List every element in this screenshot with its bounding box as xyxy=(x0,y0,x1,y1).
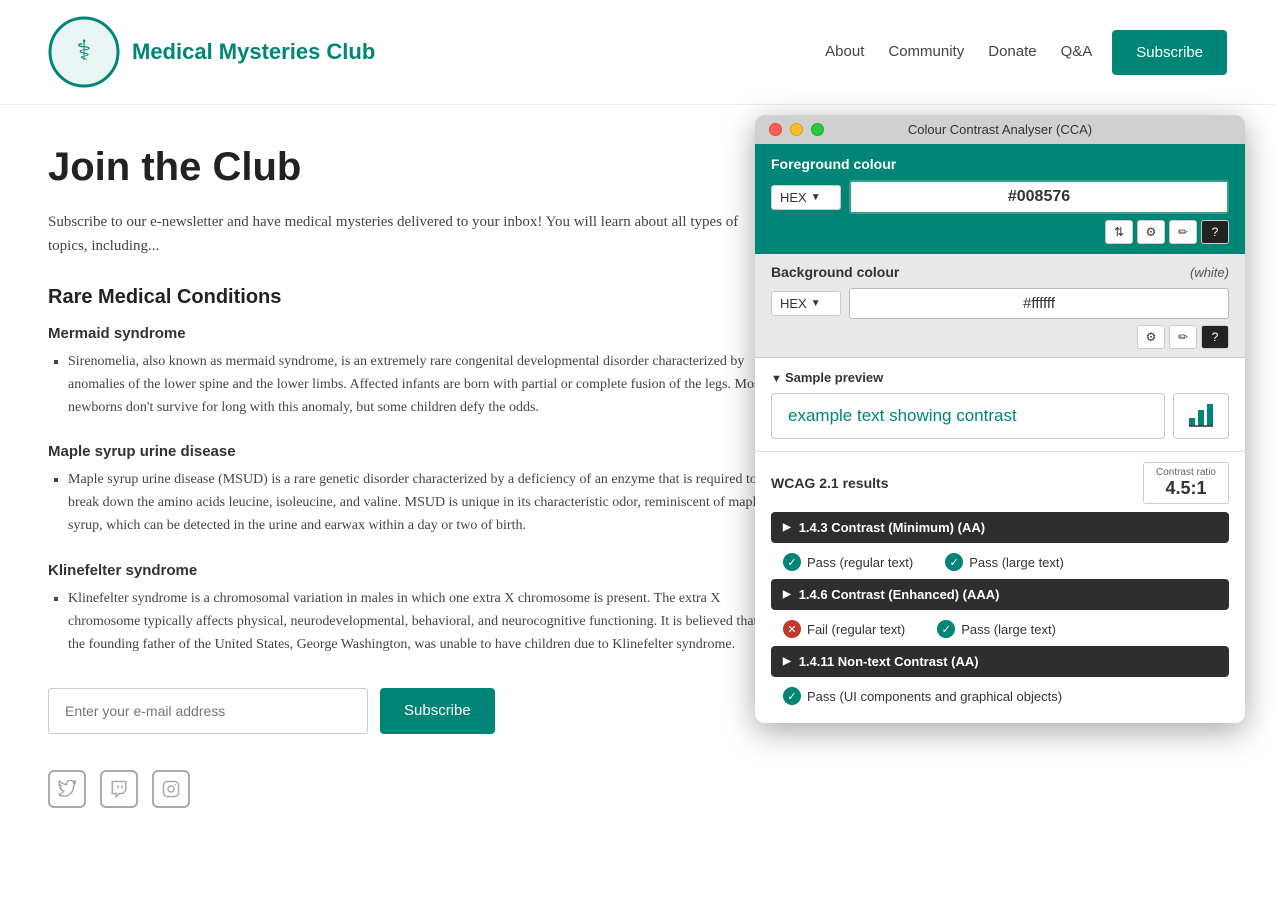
cca-bg-settings-icon[interactable]: ⚙ xyxy=(1137,325,1165,349)
cca-fg-format-dropdown[interactable]: HEX ▼ xyxy=(771,185,841,210)
cca-help-icon[interactable]: ? xyxy=(1201,220,1229,244)
cca-title: Colour Contrast Analyser (CCA) xyxy=(908,122,1092,137)
cca-143-pass-fail: ✓ Pass (regular text) ✓ Pass (large text… xyxy=(771,547,1229,579)
cca-143-pass-regular: ✓ Pass (regular text) xyxy=(783,553,913,571)
cca-146-pass-fail: ✕ Fail (regular text) ✓ Pass (large text… xyxy=(771,614,1229,646)
cca-1411-pass-ui-label: Pass (UI components and graphical object… xyxy=(807,689,1062,704)
minimize-button[interactable] xyxy=(790,123,803,136)
cca-bg-white-label: (white) xyxy=(1190,265,1229,280)
cca-wcag-header: WCAG 2.1 results Contrast ratio 4.5:1 xyxy=(771,462,1229,504)
email-form: Subscribe xyxy=(48,688,778,734)
cca-1411-pass-fail: ✓ Pass (UI components and graphical obje… xyxy=(771,681,1229,713)
social-icons xyxy=(48,770,778,808)
navbar: ⚕ Medical Mysteries Club About Community… xyxy=(0,0,1275,105)
cca-fg-hex-input[interactable] xyxy=(849,180,1229,214)
page-title: Join the Club xyxy=(48,145,778,190)
cca-preview-section: Sample preview example text showing cont… xyxy=(755,358,1245,452)
cca-bg-color-row: HEX ▼ xyxy=(771,288,1229,319)
cca-contrast-box: Contrast ratio 4.5:1 xyxy=(1143,462,1229,504)
cca-143-pass-regular-label: Pass (regular text) xyxy=(807,555,913,570)
cca-result-146[interactable]: 1.4.6 Contrast (Enhanced) (AAA) xyxy=(771,579,1229,610)
cca-contrast-label: Contrast ratio xyxy=(1156,467,1216,478)
condition-maple: Maple syrup urine disease Maple syrup ur… xyxy=(48,443,778,537)
chart-bar-icon xyxy=(1185,400,1217,432)
logo-area: ⚕ Medical Mysteries Club xyxy=(48,16,375,88)
pass-ui-icon: ✓ xyxy=(783,687,801,705)
pass-large-146-icon: ✓ xyxy=(937,620,955,638)
logo-icon: ⚕ xyxy=(48,16,120,88)
cca-eyedropper-icon[interactable]: ✏ xyxy=(1169,220,1197,244)
main-layout: Join the Club Subscribe to our e-newslet… xyxy=(0,105,1275,848)
condition-title-mermaid: Mermaid syndrome xyxy=(48,325,778,342)
nav-links: About Community Donate Q&A xyxy=(825,43,1092,61)
pass-large-icon: ✓ xyxy=(945,553,963,571)
close-button[interactable] xyxy=(769,123,782,136)
cca-wcag-section: WCAG 2.1 results Contrast ratio 4.5:1 1.… xyxy=(755,452,1245,723)
cca-bg-label-row: Background colour (white) xyxy=(771,264,1229,280)
condition-desc-mermaid: Sirenomelia, also known as mermaid syndr… xyxy=(68,350,778,419)
cca-143-pass-large: ✓ Pass (large text) xyxy=(945,553,1064,571)
nav-qa[interactable]: Q&A xyxy=(1061,43,1093,60)
brand-name: Medical Mysteries Club xyxy=(132,39,375,65)
cca-fg-color-row: HEX ▼ xyxy=(771,180,1229,214)
cca-bg-help-icon[interactable]: ? xyxy=(1201,325,1229,349)
cca-titlebar: Colour Contrast Analyser (CCA) xyxy=(755,115,1245,144)
cca-143-pass-large-label: Pass (large text) xyxy=(969,555,1064,570)
cca-146-fail-regular: ✕ Fail (regular text) xyxy=(783,620,905,638)
cca-settings-icon[interactable]: ⚙ xyxy=(1137,220,1165,244)
cca-146-pass-large-label: Pass (large text) xyxy=(961,622,1056,637)
cca-146-pass-large: ✓ Pass (large text) xyxy=(937,620,1056,638)
cca-preview-row: example text showing contrast xyxy=(771,393,1229,439)
cca-background-section: Background colour (white) HEX ▼ ⚙ ✏ ? xyxy=(755,254,1245,358)
cca-wcag-title: WCAG 2.1 results xyxy=(771,475,888,491)
email-subscribe-button[interactable]: Subscribe xyxy=(380,688,495,734)
condition-title-maple: Maple syrup urine disease xyxy=(48,443,778,460)
nav-subscribe-button[interactable]: Subscribe xyxy=(1112,30,1227,75)
chevron-down-icon: ▼ xyxy=(811,298,821,309)
cca-preview-text: example text showing contrast xyxy=(771,393,1165,439)
instagram-icon[interactable] xyxy=(152,770,190,808)
intro-text: Subscribe to our e-newsletter and have m… xyxy=(48,210,778,258)
nav-donate[interactable]: Donate xyxy=(988,43,1036,60)
section-heading: Rare Medical Conditions xyxy=(48,286,778,309)
cca-146-fail-regular-label: Fail (regular text) xyxy=(807,622,905,637)
email-input[interactable] xyxy=(48,688,368,734)
cca-swap-icon[interactable]: ⇅ xyxy=(1105,220,1133,244)
cca-fg-icons-row: ⇅ ⚙ ✏ ? xyxy=(771,220,1229,244)
cca-window: Colour Contrast Analyser (CCA) Foregroun… xyxy=(755,115,1245,723)
condition-desc-maple: Maple syrup urine disease (MSUD) is a ra… xyxy=(68,468,778,537)
cca-1411-pass-ui: ✓ Pass (UI components and graphical obje… xyxy=(783,687,1062,705)
cca-result-1411[interactable]: 1.4.11 Non-text Contrast (AA) xyxy=(771,646,1229,677)
cca-bg-hex-input[interactable] xyxy=(849,288,1229,319)
condition-mermaid: Mermaid syndrome Sirenomelia, also known… xyxy=(48,325,778,419)
condition-klinefelter: Klinefelter syndrome Klinefelter syndrom… xyxy=(48,562,778,656)
cca-chart-icon-button[interactable] xyxy=(1173,393,1229,439)
svg-text:⚕: ⚕ xyxy=(76,36,91,67)
pass-regular-icon: ✓ xyxy=(783,553,801,571)
condition-title-klinefelter: Klinefelter syndrome xyxy=(48,562,778,579)
cca-body: Foreground colour HEX ▼ ⇅ ⚙ ✏ ? xyxy=(755,144,1245,723)
cca-bg-eyedropper-icon[interactable]: ✏ xyxy=(1169,325,1197,349)
twitch-icon[interactable] xyxy=(100,770,138,808)
cca-fg-label: Foreground colour xyxy=(771,156,1229,172)
cca-bg-icons-row: ⚙ ✏ ? xyxy=(771,325,1229,349)
cca-bg-format-dropdown[interactable]: HEX ▼ xyxy=(771,291,841,316)
fail-regular-icon: ✕ xyxy=(783,620,801,638)
twitter-icon[interactable] xyxy=(48,770,86,808)
nav-about[interactable]: About xyxy=(825,43,864,60)
chevron-down-icon: ▼ xyxy=(811,192,821,203)
maximize-button[interactable] xyxy=(811,123,824,136)
cca-result-143[interactable]: 1.4.3 Contrast (Minimum) (AA) xyxy=(771,512,1229,543)
cca-contrast-value: 4.5:1 xyxy=(1156,478,1216,499)
content-area: Join the Club Subscribe to our e-newslet… xyxy=(48,145,778,808)
nav-community[interactable]: Community xyxy=(888,43,964,60)
condition-desc-klinefelter: Klinefelter syndrome is a chromosomal va… xyxy=(68,587,778,656)
cca-bg-label: Background colour xyxy=(771,264,899,280)
cca-foreground-section: Foreground colour HEX ▼ ⇅ ⚙ ✏ ? xyxy=(755,144,1245,254)
cca-preview-label: Sample preview xyxy=(771,370,1229,385)
